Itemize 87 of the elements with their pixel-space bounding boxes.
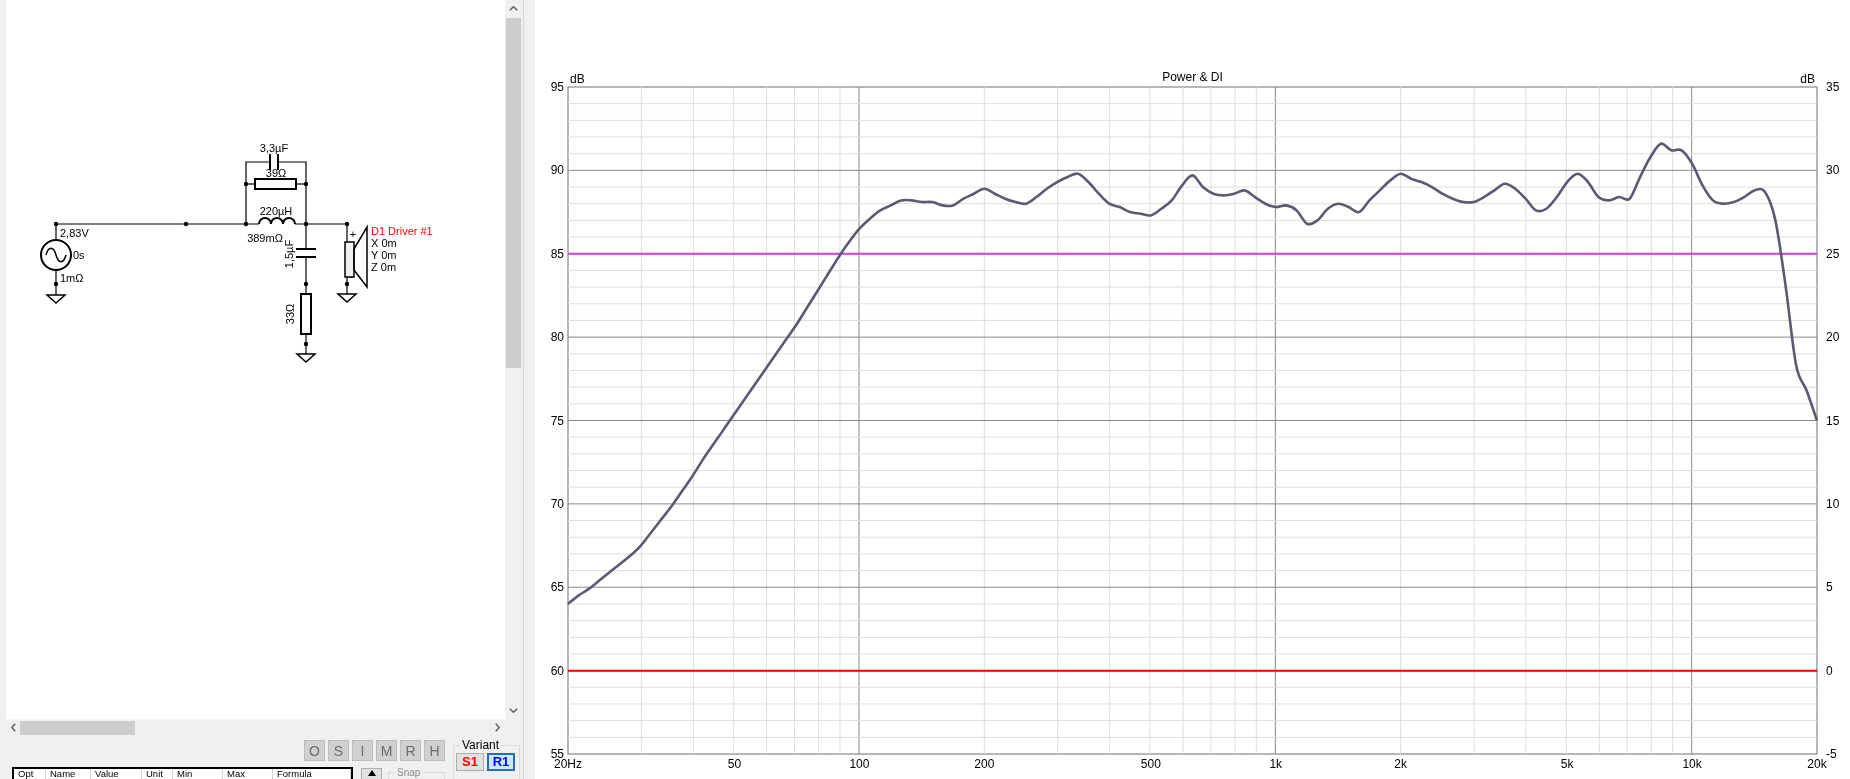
ground-symbol xyxy=(336,293,358,303)
group-label: Variant xyxy=(461,738,501,752)
x-tick-label: 5k xyxy=(1560,757,1574,771)
resistor-symbol xyxy=(254,178,297,190)
y-tick-label: 95 xyxy=(550,80,564,94)
inductor-symbol xyxy=(258,217,296,225)
axis-unit-label: dB xyxy=(1800,72,1815,86)
inductance-label: 220µH xyxy=(259,205,293,217)
group-label: Snap xyxy=(396,767,422,778)
y-tick-label: 30 xyxy=(1826,163,1840,178)
scrollbar-thumb[interactable] xyxy=(506,18,521,368)
junction-dot xyxy=(303,221,309,227)
wire xyxy=(55,269,57,296)
x-tick-label: 50 xyxy=(727,757,742,771)
y-tick-label: 10 xyxy=(1826,496,1840,511)
junction-dot xyxy=(303,181,309,187)
x-tick-label: 1k xyxy=(1269,757,1283,771)
column-header[interactable]: Formula xyxy=(273,769,351,779)
resistor-symbol xyxy=(300,293,312,335)
column-header[interactable]: Value xyxy=(91,769,142,779)
y-tick-label: 20 xyxy=(1826,330,1840,345)
column-header[interactable]: Unit xyxy=(142,769,173,779)
y-tick-label: 80 xyxy=(550,330,564,345)
y-tick-label: 5 xyxy=(1826,580,1833,595)
scrollbar-thumb[interactable] xyxy=(20,720,135,735)
chevron-up-icon[interactable] xyxy=(509,6,518,11)
column-header[interactable]: Max xyxy=(223,769,273,779)
y-tick-label: 65 xyxy=(550,580,564,595)
junction-dot xyxy=(344,221,350,227)
speaker-symbol xyxy=(344,224,368,290)
capacitor-symbol xyxy=(295,248,317,258)
capacitance-label: 1,5µF xyxy=(283,239,295,269)
capacitance-label: 3,3µF xyxy=(259,142,289,154)
voltage-label: 2,83V xyxy=(60,227,89,239)
wire xyxy=(305,256,307,295)
x-tick-label: 500 xyxy=(1140,757,1161,771)
column-header[interactable]: Min xyxy=(173,769,223,779)
junction-dot xyxy=(53,221,59,227)
chevron-down-icon[interactable] xyxy=(509,708,518,713)
delay-label: 0s xyxy=(73,249,85,261)
y-tick-label: 35 xyxy=(1826,80,1840,94)
polarity-label: + xyxy=(349,228,357,240)
column-header[interactable]: Opt xyxy=(14,769,46,779)
capacitor-symbol xyxy=(269,153,279,171)
resistance-label: 389mΩ xyxy=(247,232,283,244)
junction-dot xyxy=(243,221,249,227)
y-tick-label: 70 xyxy=(550,496,564,511)
y-tick-label: 60 xyxy=(550,663,564,678)
triangle-up-icon xyxy=(367,770,376,776)
chevron-left-icon[interactable] xyxy=(10,723,16,732)
chevron-right-icon[interactable] xyxy=(494,723,500,732)
position-label: Y 0m xyxy=(371,249,397,261)
ground-symbol xyxy=(45,294,67,304)
y-tick-label: -5 xyxy=(1826,747,1837,761)
wire xyxy=(305,333,307,355)
ac-source-symbol xyxy=(40,239,72,271)
y-tick-label: 90 xyxy=(550,163,564,178)
x-tick-label: 2k xyxy=(1394,757,1407,771)
wire xyxy=(346,276,348,295)
ground-symbol xyxy=(295,353,317,363)
resistance-label: 39Ω xyxy=(265,167,287,179)
variant-button[interactable]: R1 xyxy=(487,753,515,771)
y-tick-label: 25 xyxy=(1826,246,1840,261)
driver-name-label: D1 Driver #1 xyxy=(371,225,433,237)
y-tick-label: 15 xyxy=(1826,413,1840,428)
x-tick-label: 20k xyxy=(1807,757,1827,771)
move-up-button[interactable] xyxy=(361,768,382,779)
column-header[interactable]: Name xyxy=(46,769,91,779)
y-tick-label: 0 xyxy=(1826,663,1833,678)
position-label: Z 0m xyxy=(371,261,397,273)
y-tick-label: 85 xyxy=(550,246,564,261)
x-tick-label: 200 xyxy=(974,757,995,771)
junction-dot xyxy=(183,221,189,227)
junction-dot xyxy=(303,341,309,347)
chart-title: Power & DI xyxy=(1162,70,1223,84)
polarity-label: - xyxy=(349,270,353,282)
resistance-label: 33Ω xyxy=(284,303,296,325)
position-label: X 0m xyxy=(371,237,397,249)
junction-dot xyxy=(243,181,249,187)
x-tick-label: 100 xyxy=(849,757,870,771)
y-tick-label: 75 xyxy=(550,413,564,428)
axis-unit-label: dB xyxy=(570,72,585,86)
junction-dot xyxy=(344,281,350,287)
x-tick-label: 10k xyxy=(1682,757,1702,771)
junction-dot xyxy=(303,281,309,287)
junction-dot xyxy=(53,281,59,287)
resistance-label: 1mΩ xyxy=(60,272,84,284)
